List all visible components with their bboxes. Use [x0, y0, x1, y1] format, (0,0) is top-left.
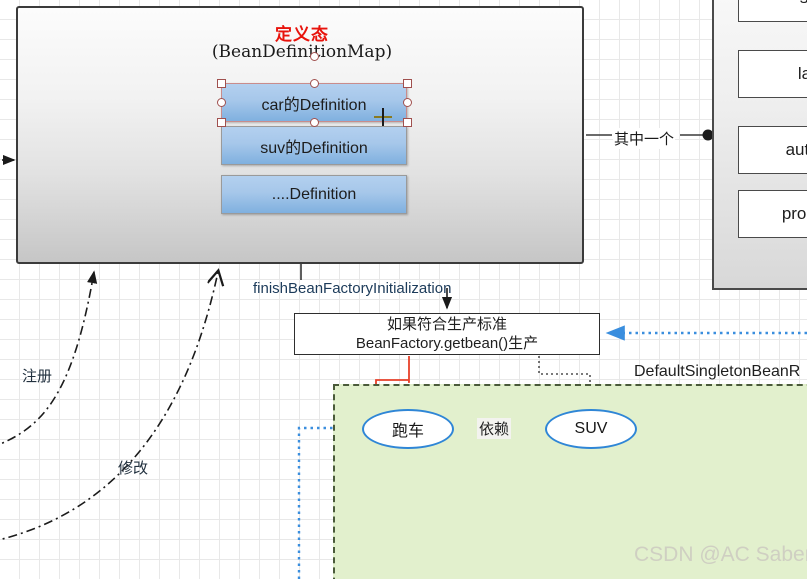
property-box-autowire[interactable]: autowir: [738, 126, 807, 174]
property-box-lazy-label: lazy: [797, 64, 807, 83]
bean-box-other[interactable]: ....Definition: [221, 175, 407, 214]
singleton-registry-label: DefaultSingletonBeanR: [634, 363, 801, 380]
modify-curve: [0, 272, 218, 541]
property-box-property[interactable]: property: [738, 190, 807, 238]
property-box-lazy[interactable]: lazy: [738, 50, 807, 98]
property-box-property-label: property: [781, 204, 807, 223]
watermark: CSDN @AC Saber: [634, 543, 807, 566]
edge-label-one-of: 其中一个: [613, 128, 676, 149]
bean-box-car-label: car的Definition: [261, 96, 367, 114]
instance-node-car[interactable]: 跑车: [362, 409, 454, 449]
getbean-line-1: 如果符合生产标准: [386, 316, 507, 333]
bean-box-suv[interactable]: suv的Definition: [221, 126, 407, 165]
resize-handle-bottom-center[interactable]: [310, 118, 319, 127]
diagram-canvas: 定义态 (BeanDefinitionMap) car的Definition s…: [0, 0, 807, 579]
property-box-autowire-label: autowir: [785, 140, 807, 159]
bean-properties-panel[interactable]: sco lazy autowir property: [712, 0, 807, 290]
resize-handle-middle-right[interactable]: [403, 98, 412, 107]
instance-node-car-label: 跑车: [391, 423, 424, 440]
property-box-scope[interactable]: sco: [738, 0, 807, 22]
bean-box-suv-label: suv的Definition: [260, 139, 368, 157]
instance-node-suv[interactable]: SUV: [545, 409, 637, 449]
resize-handle-bottom-left[interactable]: [217, 118, 226, 127]
property-box-scope-label: sco: [800, 0, 807, 8]
getbean-line-2: BeanFactory.getbean()生产: [355, 335, 539, 352]
connection-handle-top[interactable]: [310, 52, 319, 61]
edge-label-finish-init: finishBeanFactoryInitialization: [253, 280, 452, 297]
panel-title-subtitle: (BeanDefinitionMap): [211, 42, 393, 62]
resize-handle-top-left[interactable]: [217, 79, 226, 88]
bean-box-other-label: ....Definition: [271, 185, 357, 203]
resize-handle-top-right[interactable]: [403, 79, 412, 88]
resize-handle-top-center[interactable]: [310, 79, 319, 88]
edge-label-register: 注册: [22, 368, 53, 385]
getbean-condition-box[interactable]: 如果符合生产标准 BeanFactory.getbean()生产: [294, 313, 600, 355]
resize-handle-middle-left[interactable]: [217, 98, 226, 107]
register-curve: [0, 270, 98, 445]
edge-label-modify: 修改: [118, 460, 149, 477]
resize-handle-bottom-right[interactable]: [403, 118, 412, 127]
edge-label-depends: 依赖: [477, 418, 512, 439]
instance-node-suv-label: SUV: [574, 420, 608, 437]
